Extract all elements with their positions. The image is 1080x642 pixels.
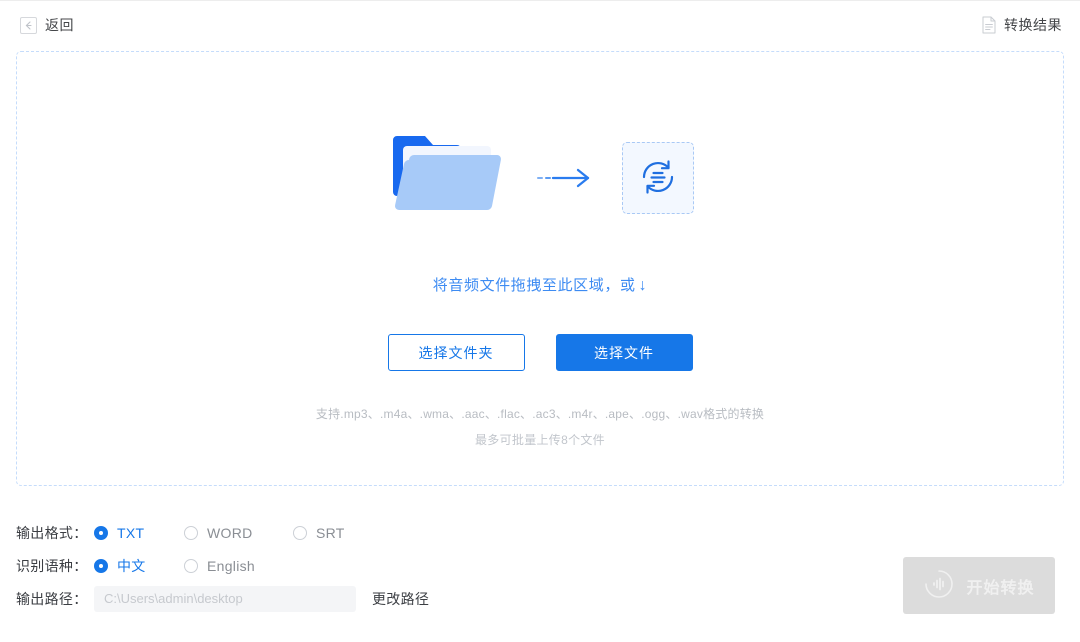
radio-label: TXT (117, 524, 145, 541)
output-format-label: 输出格式： (16, 524, 88, 541)
folder-open-icon (387, 130, 512, 226)
radio-mark-selected-icon (94, 558, 108, 573)
dropzone-instruction-text: 将音频文件拖拽至此区域，或 (432, 277, 636, 294)
app-root: 返回 转换结果 将音频文件拖拽至此区域，或 ↓ 选择文件夹 选择文件 支持.mp… (0, 0, 1080, 642)
language-radio-group: 中文 English (94, 556, 255, 576)
start-conversion-label: 开始转换 (966, 579, 1035, 597)
convert-refresh-icon (637, 156, 679, 201)
radio-label: WORD (207, 524, 253, 541)
convert-target-box (621, 142, 694, 214)
arrow-right-icon (512, 130, 622, 226)
file-dropzone[interactable]: 将音频文件拖拽至此区域，或 ↓ 选择文件夹 选择文件 支持.mp3、.m4a、.w… (16, 51, 1064, 486)
radio-mark-icon (184, 525, 198, 540)
audio-wave-circle-icon (923, 568, 955, 603)
down-arrow-icon: ↓ (638, 277, 648, 294)
conversion-result-label: 转换结果 (1004, 17, 1062, 33)
radio-label: English (207, 557, 256, 574)
conversion-result-button[interactable]: 转换结果 (981, 15, 1062, 35)
dropzone-instruction: 将音频文件拖拽至此区域，或 ↓ (433, 274, 647, 295)
select-file-button[interactable]: 选择文件 (555, 334, 693, 371)
top-header: 返回 转换结果 (0, 1, 1080, 49)
output-path-input[interactable] (94, 585, 356, 612)
radio-mark-icon (184, 558, 198, 573)
language-row: 识别语种： 中文 English (16, 549, 429, 582)
output-format-radio-group: TXT WORD SRT (94, 525, 345, 541)
start-conversion-button[interactable]: 开始转换 (903, 557, 1055, 614)
radio-mark-selected-icon (94, 525, 108, 540)
output-path-row: 输出路径： 更改路径 (16, 582, 429, 615)
select-folder-button[interactable]: 选择文件夹 (387, 334, 525, 371)
radio-output-format-word[interactable]: WORD (184, 525, 293, 541)
radio-label: 中文 (117, 557, 146, 574)
settings-panel: 输出格式： TXT WORD SRT 识别语种： 中文 English 输出路径… (16, 516, 429, 615)
radio-mark-icon (293, 525, 307, 540)
back-button[interactable]: 返回 (20, 15, 74, 35)
radio-output-format-srt[interactable]: SRT (293, 525, 345, 541)
document-icon (981, 16, 997, 34)
batch-limit-text: 最多可批量上传8个文件 (475, 433, 605, 447)
language-label: 识别语种： (16, 557, 88, 574)
arrow-left-icon (20, 16, 37, 34)
dropzone-hints: 支持.mp3、.m4a、.wma、.aac、.flac、.ac3、.m4r、.a… (316, 405, 764, 448)
supported-formats-text: 支持.mp3、.m4a、.wma、.aac、.flac、.ac3、.m4r、.a… (315, 407, 765, 421)
back-label: 返回 (45, 17, 74, 33)
dropzone-illustration (387, 130, 694, 226)
dropzone-buttons: 选择文件夹 选择文件 (387, 334, 693, 371)
radio-language-english[interactable]: English (184, 558, 255, 574)
radio-output-format-txt[interactable]: TXT (94, 525, 184, 541)
change-path-link[interactable]: 更改路径 (372, 589, 429, 609)
radio-label: SRT (316, 524, 345, 541)
output-format-row: 输出格式： TXT WORD SRT (16, 516, 429, 549)
radio-language-chinese[interactable]: 中文 (94, 556, 184, 576)
output-path-label: 输出路径： (16, 590, 88, 607)
